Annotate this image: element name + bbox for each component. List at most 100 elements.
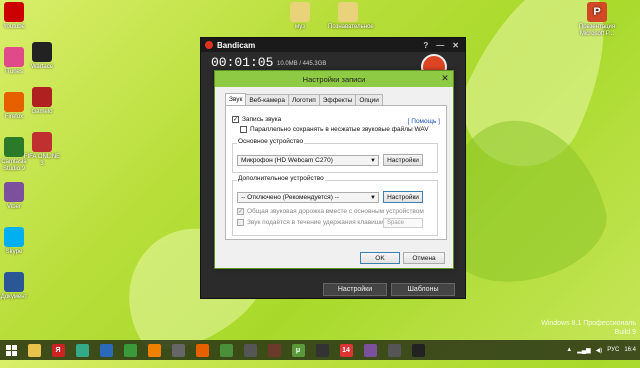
desktop-icon-label: Skype [5, 249, 23, 255]
itunes-icon [4, 47, 24, 67]
taskbar-item[interactable] [382, 340, 406, 360]
chevron-down-icon: ▼ [370, 157, 376, 164]
taskbar-item[interactable] [310, 340, 334, 360]
desktop-icon[interactable]: муз [280, 2, 320, 31]
hold-key-checkbox[interactable]: Звук подаётся в течение удержания клавиш… [237, 219, 384, 226]
desktop-icon[interactable]: FIFA ONLINE 3 [22, 132, 62, 168]
desktop-icon[interactable]: Warface [22, 42, 62, 71]
tab-logo[interactable]: Логотип [288, 94, 320, 105]
taskbar-item[interactable]: μ [286, 340, 310, 360]
tab-options[interactable]: Опции [355, 94, 383, 105]
sound-tab-panel: ✓ Запись звука [ Помощь ] Параллельно со… [225, 105, 447, 240]
game-icon [267, 343, 281, 357]
desktop-icon[interactable]: Skype [0, 227, 34, 256]
desktop-icon[interactable]: Viber [0, 182, 34, 211]
taskbar-item[interactable] [238, 340, 262, 360]
network-icon[interactable]: ▂▄▆ [577, 347, 590, 354]
steam-icon [315, 343, 329, 357]
desktop-icon-label: Познавательное [328, 24, 374, 30]
tray-arrow-icon[interactable]: ▲ [566, 347, 572, 353]
powerpoint-icon: P [587, 2, 607, 22]
tab-sound[interactable]: Звук [225, 93, 247, 105]
language-indicator[interactable]: РУС [607, 347, 619, 353]
watermark-line2: Build 9 [614, 329, 636, 336]
mix-track-checkbox[interactable]: ✓ Общая звуковая дорожка вместе с основн… [237, 208, 424, 215]
clock[interactable]: 16:4 [624, 347, 636, 353]
record-sound-checkbox[interactable]: ✓ Запись звука [232, 116, 281, 123]
desktop-icon[interactable]: Youtube [0, 2, 34, 31]
taskbar-item[interactable] [70, 340, 94, 360]
desktop-icon-label: Gamelo [31, 109, 53, 115]
hold-key-input[interactable]: Space [383, 218, 423, 228]
wot2-icon [387, 343, 401, 357]
taskbar-item[interactable] [358, 340, 382, 360]
skype-icon [4, 227, 24, 247]
store-icon [123, 343, 137, 357]
desktop-icon[interactable]: Познавательное [328, 2, 374, 31]
checkbox-mark-icon: ✓ [232, 116, 239, 123]
dialog-title: Настройки записи [302, 74, 366, 84]
camtasia-icon [4, 137, 24, 157]
firefox-icon [195, 343, 209, 357]
fifa-icon [32, 132, 52, 152]
explorer-icon [27, 343, 41, 357]
taskbar-item[interactable]: 14 [334, 340, 358, 360]
file-size: 10.0MB / 445.3GB [277, 61, 327, 67]
secondary-device-group: Дополнительное устройство -- Отключено (… [232, 175, 438, 236]
tab-webcam[interactable]: Веб-камера [245, 94, 290, 105]
help-link[interactable]: [ Помощь ] [408, 118, 440, 125]
tab-effects[interactable]: Эффекты [318, 94, 357, 105]
warface-icon [32, 42, 52, 62]
checkbox-empty-icon [237, 219, 244, 226]
close-button[interactable]: ✕ [452, 41, 459, 50]
bandicam-settings-button[interactable]: Настройки [323, 283, 387, 296]
help-button[interactable]: ? [423, 41, 428, 50]
viber-icon [4, 182, 24, 202]
gamelo-icon [32, 87, 52, 107]
checkbox-empty-icon [240, 126, 247, 133]
taskbar-item[interactable] [262, 340, 286, 360]
dialog-titlebar[interactable]: Настройки записи ✕ [215, 71, 453, 87]
start-button[interactable] [0, 340, 22, 360]
ok-button[interactable]: OK [360, 252, 400, 264]
dialog-close-button[interactable]: ✕ [439, 73, 451, 84]
folder-icon [290, 2, 310, 22]
taskbar-item[interactable] [166, 340, 190, 360]
taskbar-item[interactable] [214, 340, 238, 360]
taskbar-item[interactable] [94, 340, 118, 360]
primary-device-value: Микрофон (HD Webcam C270) [241, 157, 333, 164]
checkbox-mark-icon: ✓ [237, 208, 244, 215]
hold-key-label: Звук подаётся в течение удержания клавиш… [247, 219, 384, 226]
mix-track-label: Общая звуковая дорожка вместе с основным… [247, 208, 424, 215]
bandicam-titlebar[interactable]: Bandicam ? — ✕ [201, 38, 465, 52]
bandicam-icon [411, 343, 425, 357]
desktop-icon[interactable]: Gamelo [22, 87, 62, 116]
taskbar-item[interactable] [142, 340, 166, 360]
folder-icon [338, 2, 358, 22]
player-icon [171, 343, 185, 357]
secondary-device-label: Дополнительное устройство [237, 175, 325, 182]
secondary-settings-button[interactable]: Настройки [383, 191, 423, 203]
save-wav-checkbox[interactable]: Параллельно сохранять в несжатые звуковы… [240, 126, 429, 133]
primary-settings-button[interactable]: Настройки [383, 154, 423, 166]
minimize-button[interactable]: — [436, 41, 444, 50]
record-sound-label: Запись звука [242, 116, 282, 123]
bandicam-templates-button[interactable]: Шаблоны [391, 283, 455, 296]
cancel-button[interactable]: Отмена [403, 252, 445, 264]
taskbar-item[interactable]: Я [46, 340, 70, 360]
taskbar-item[interactable] [118, 340, 142, 360]
primary-device-select[interactable]: Микрофон (HD Webcam C270) ▼ [237, 155, 379, 166]
secondary-device-select[interactable]: -- Отключено (Рекомендуется) -- ▼ [237, 192, 379, 203]
wot-icon [243, 343, 257, 357]
desktop-icon[interactable]: Документ [0, 272, 34, 301]
viber-icon [363, 343, 377, 357]
recording-timer: 00:01:05 [211, 55, 274, 70]
bandicam-title: Bandicam [217, 40, 256, 50]
desktop-icon-powerpoint[interactable]: P Презентация Microsoft P... [574, 2, 620, 38]
taskbar-item[interactable] [22, 340, 46, 360]
volume-icon[interactable]: ◀) [596, 347, 603, 354]
taskbar-item[interactable] [406, 340, 430, 360]
desktop-icon-label: Youtube [3, 24, 25, 30]
youtube-icon [4, 2, 24, 22]
taskbar-item[interactable] [190, 340, 214, 360]
